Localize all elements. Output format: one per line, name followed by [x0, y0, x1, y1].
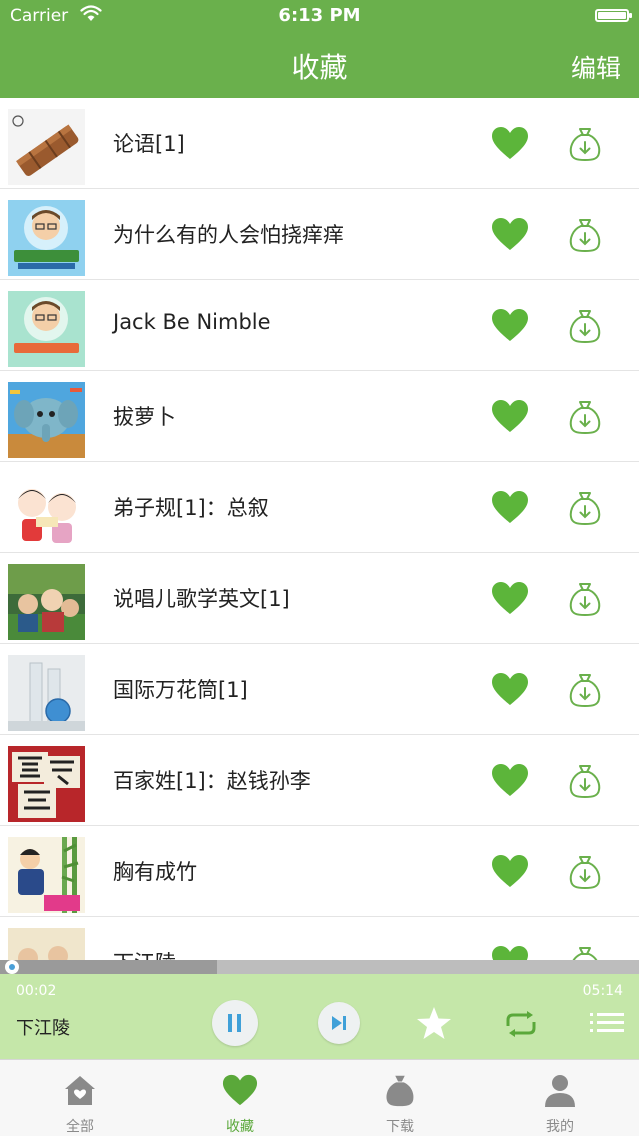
- thumbnail-image: [8, 655, 85, 731]
- tab-all[interactable]: 全部: [0, 1060, 160, 1137]
- item-title: 论语[1]: [113, 132, 185, 156]
- heart-icon: [222, 1074, 258, 1106]
- list-item[interactable]: Jack Be Nimble: [0, 280, 639, 371]
- tab-me[interactable]: 我的: [480, 1060, 639, 1137]
- next-button[interactable]: [318, 1002, 360, 1044]
- list-item[interactable]: 为什么有的人会怕挠痒痒: [0, 189, 639, 280]
- download-icon[interactable]: [568, 670, 602, 708]
- download-icon[interactable]: [568, 579, 602, 617]
- pause-button[interactable]: [212, 1000, 258, 1046]
- list-item[interactable]: 论语[1]: [0, 98, 639, 189]
- playback-progress-bar[interactable]: [0, 960, 639, 974]
- favorites-list[interactable]: 论语[1] 为什么有的人会怕挠痒痒 Jack Be Nimble 拔萝卜 弟子规…: [0, 98, 639, 960]
- current-time: 00:02: [16, 983, 57, 999]
- tab-downloads[interactable]: 下载: [320, 1060, 480, 1137]
- home-icon: [65, 1076, 95, 1105]
- download-icon[interactable]: [568, 488, 602, 526]
- tab-label: 收藏: [226, 1119, 254, 1135]
- favorite-heart-icon[interactable]: [491, 945, 529, 960]
- favorite-heart-icon[interactable]: [491, 399, 529, 433]
- now-playing-title: 下江陵: [16, 1018, 70, 1039]
- nav-bar: 收藏 编辑: [0, 34, 639, 98]
- battery-icon: [595, 9, 632, 22]
- tab-label: 下载: [386, 1119, 414, 1135]
- download-icon[interactable]: [568, 852, 602, 890]
- thumbnail-image: [8, 291, 85, 367]
- item-title: 拔萝卜: [113, 405, 176, 429]
- thumbnail-image: [8, 109, 85, 185]
- progress-fill: [0, 960, 218, 974]
- progress-knob[interactable]: [5, 960, 19, 974]
- download-icon[interactable]: [568, 761, 602, 799]
- person-icon: [545, 1075, 575, 1107]
- list-item[interactable]: 胸有成竹: [0, 826, 639, 917]
- item-title: 国际万花筒[1]: [113, 678, 248, 702]
- favorite-heart-icon[interactable]: [491, 581, 529, 615]
- thumbnail-image: [8, 473, 85, 549]
- favorite-heart-icon[interactable]: [491, 308, 529, 342]
- item-title: 下江陵: [113, 947, 176, 960]
- download-icon[interactable]: [568, 943, 602, 960]
- list-item[interactable]: 拔萝卜: [0, 371, 639, 462]
- tab-label: 全部: [66, 1119, 94, 1135]
- total-time: 05:14: [582, 983, 623, 999]
- list-item[interactable]: 说唱儿歌学英文[1]: [0, 553, 639, 644]
- pause-icon: [228, 1014, 241, 1032]
- list-item[interactable]: 弟子规[1]：总叙: [0, 462, 639, 553]
- repeat-icon[interactable]: [504, 1010, 538, 1038]
- download-bag-icon: [386, 1075, 414, 1107]
- tab-favorites[interactable]: 收藏: [160, 1060, 320, 1137]
- favorite-heart-icon[interactable]: [491, 126, 529, 160]
- edit-button[interactable]: 编辑: [571, 49, 621, 85]
- favorite-heart-icon[interactable]: [491, 763, 529, 797]
- list-item[interactable]: 国际万花筒[1]: [0, 644, 639, 735]
- download-icon[interactable]: [568, 215, 602, 253]
- favorite-heart-icon[interactable]: [491, 672, 529, 706]
- star-icon[interactable]: [416, 1006, 452, 1040]
- thumbnail-image: [8, 928, 85, 960]
- page-title: 收藏: [291, 51, 348, 84]
- item-title: 胸有成竹: [113, 860, 197, 884]
- clock: 6:13 PM: [278, 5, 361, 26]
- list-item[interactable]: 下江陵: [0, 917, 639, 960]
- favorite-heart-icon[interactable]: [491, 217, 529, 251]
- thumbnail-image: [8, 382, 85, 458]
- favorite-heart-icon[interactable]: [491, 854, 529, 888]
- thumbnail-image: [8, 564, 85, 640]
- mini-player: 00:02 05:14 下江陵: [0, 974, 639, 1059]
- tab-label: 我的: [546, 1119, 574, 1135]
- item-title: 弟子规[1]：总叙: [113, 496, 269, 520]
- thumbnail-image: [8, 837, 85, 913]
- item-title: 说唱儿歌学英文[1]: [113, 587, 290, 611]
- item-title: 为什么有的人会怕挠痒痒: [113, 223, 344, 247]
- item-title: 百家姓[1]：赵钱孙李: [113, 769, 311, 793]
- favorite-heart-icon[interactable]: [491, 490, 529, 524]
- skip-next-icon: [332, 1016, 346, 1030]
- list-item[interactable]: 百家姓[1]：赵钱孙李: [0, 735, 639, 826]
- playlist-icon[interactable]: [590, 1012, 624, 1034]
- tab-bar: 全部 收藏 下载 我的: [0, 1059, 639, 1136]
- download-icon[interactable]: [568, 397, 602, 435]
- thumbnail-image: [8, 746, 85, 822]
- status-bar: Carrier 6:13 PM: [0, 0, 639, 34]
- download-icon[interactable]: [568, 306, 602, 344]
- download-icon[interactable]: [568, 124, 602, 162]
- thumbnail-image: [8, 200, 85, 276]
- item-title: Jack Be Nimble: [113, 310, 271, 334]
